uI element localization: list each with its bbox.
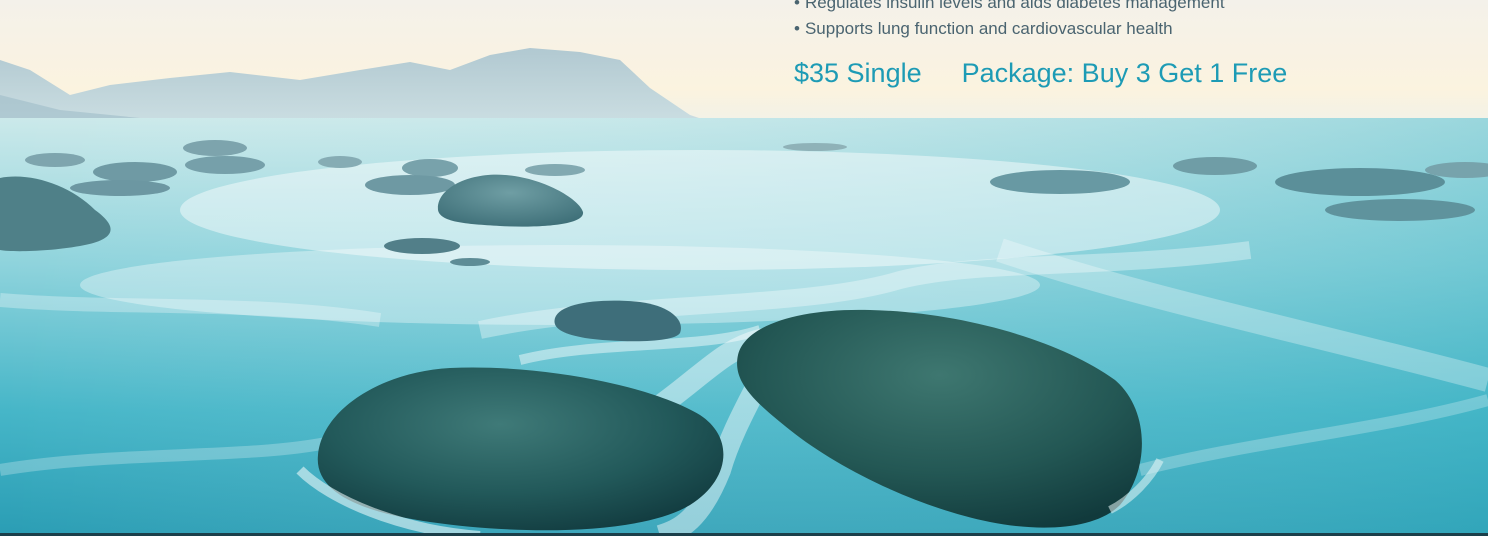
bullet-icon: • [794,0,800,12]
price-single: $35 Single [794,58,922,88]
bullet-icon: • [794,19,800,38]
list-item: • Supports lung function and cardiovascul… [794,16,1454,42]
pricing-row: $35 Single Package: Buy 3 Get 1 Free [794,58,1454,89]
product-info-panel: • Regulates insulin levels and aids diabe… [794,0,1454,89]
benefits-list: • Regulates insulin levels and aids diabe… [794,0,1454,42]
benefit-text: Supports lung function and cardiovascula… [804,19,1173,38]
list-item: • Regulates insulin levels and aids diabe… [794,0,1454,16]
price-package: Package: Buy 3 Get 1 Free [961,58,1288,88]
benefit-text: Regulates insulin levels and aids diabet… [804,0,1225,12]
